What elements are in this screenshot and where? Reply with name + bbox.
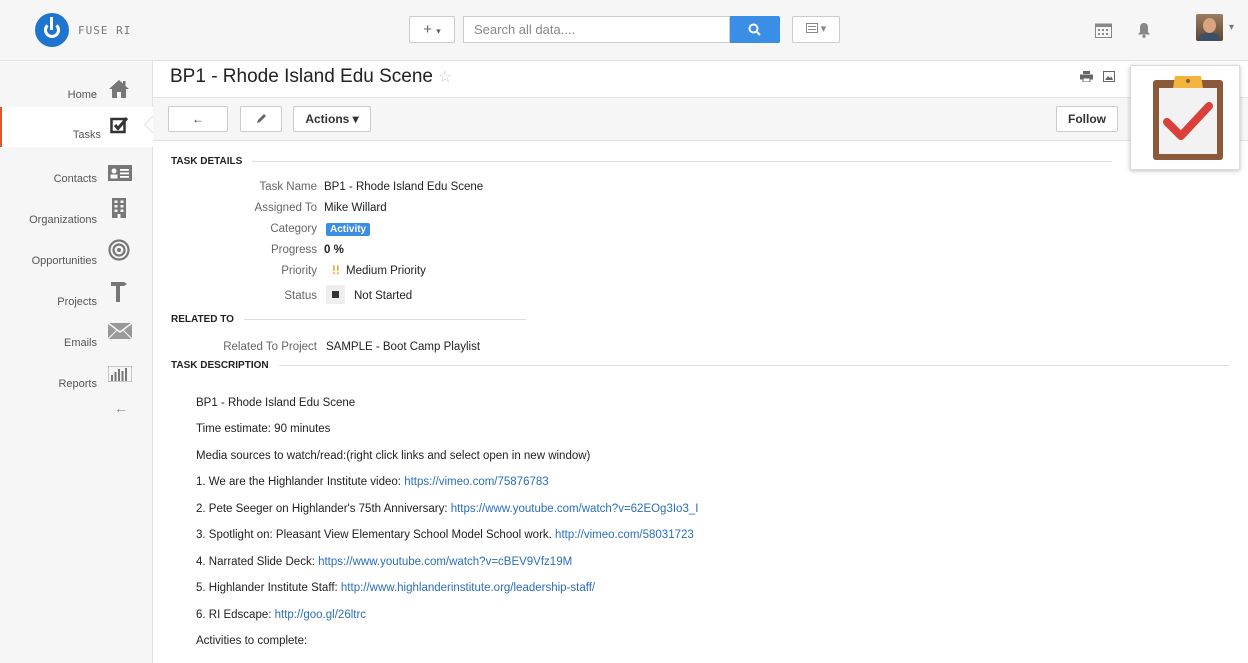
avatar[interactable] xyxy=(1196,14,1223,41)
chevron-down-icon[interactable]: ▾ xyxy=(1229,22,1234,33)
field-label: Assigned To xyxy=(254,202,317,214)
related-project-link[interactable]: SAMPLE - Boot Camp Playlist xyxy=(326,341,480,353)
page-title-text: BP1 - Rhode Island Edu Scene xyxy=(170,66,434,87)
back-button[interactable]: ← xyxy=(168,106,228,132)
sidebar-item-projects[interactable]: Projects xyxy=(0,280,152,320)
description-line: BP1 - Rhode Island Edu Scene xyxy=(196,397,356,409)
media-link[interactable]: https://vimeo.com/75876783 xyxy=(404,476,548,488)
home-icon xyxy=(109,80,129,98)
envelope-icon xyxy=(108,323,132,339)
field-value: Not Started xyxy=(354,290,413,302)
description-line: 3. Spotlight on: Pleasant View Elementar… xyxy=(196,529,694,541)
bar-chart-icon xyxy=(108,366,132,382)
pencil-icon xyxy=(256,114,266,123)
divider xyxy=(252,161,1113,162)
sidebar-item-label: Home xyxy=(67,89,97,101)
action-toolbar: ← Actions ▾ Follow xyxy=(153,97,1248,141)
sidebar-item-label: Organizations xyxy=(29,214,97,226)
power-logo-icon xyxy=(35,13,69,47)
calendar-icon[interactable] xyxy=(1095,22,1112,38)
hammer-icon xyxy=(111,282,127,302)
media-link[interactable]: https://www.youtube.com/watch?v=62EOg3Io… xyxy=(451,503,699,515)
checkbox-icon xyxy=(110,117,129,134)
field-value: Medium Priority xyxy=(346,265,426,277)
follow-button[interactable]: Follow xyxy=(1056,106,1118,132)
edit-button[interactable] xyxy=(240,106,282,132)
sidebar-item-label: Emails xyxy=(63,337,97,349)
building-icon xyxy=(112,198,126,218)
sidebar-item-tasks[interactable]: Tasks xyxy=(0,107,154,147)
sidebar-item-reports[interactable]: Reports xyxy=(0,362,152,402)
field-value: 0 % xyxy=(324,244,344,256)
sidebar-item-opportunities[interactable]: Opportunities xyxy=(0,239,152,279)
field-label: Status xyxy=(284,290,317,302)
section-header-task-details: TASK DETAILS xyxy=(171,156,1113,167)
sidebar-item-emails[interactable]: Emails xyxy=(0,321,152,361)
search-icon xyxy=(748,23,761,36)
sidebar-item-organizations[interactable]: Organizations xyxy=(0,198,152,238)
chevron-down-icon: ▾ xyxy=(436,26,441,36)
status-badge: Activity xyxy=(326,223,371,236)
top-bar: FUSE RI + ▾ ▾ ▾ xyxy=(0,0,1248,61)
actions-dropdown[interactable]: Actions ▾ xyxy=(293,106,371,132)
sidebar-item-label: Contacts xyxy=(53,173,97,185)
field-value: Mike Willard xyxy=(324,202,387,214)
print-icon[interactable] xyxy=(1080,71,1093,82)
chevron-down-icon: ▾ xyxy=(820,23,827,35)
field-label: Related To Project xyxy=(223,341,317,353)
page-title: BP1 - Rhode Island Edu Scene ☆ xyxy=(170,66,452,88)
status-icon xyxy=(326,285,345,304)
description-line: 2. Pete Seeger on Highlander's 75th Anni… xyxy=(196,503,699,515)
bell-icon[interactable] xyxy=(1137,22,1151,38)
section-title: TASK DESCRIPTION xyxy=(171,360,269,371)
field-label: Priority xyxy=(281,265,317,277)
collapse-sidebar-icon[interactable]: ← xyxy=(114,400,128,416)
target-icon xyxy=(108,239,130,261)
plus-icon: + xyxy=(423,21,433,38)
view-menu-button[interactable]: ▾ xyxy=(792,16,840,43)
description-line: 5. Highlander Institute Staff: http://ww… xyxy=(196,582,596,594)
task-type-icon-popup xyxy=(1130,65,1240,170)
media-link[interactable]: https://www.youtube.com/watch?v=cBEV9Vfz… xyxy=(318,556,572,568)
sidebar-item-contacts[interactable]: Contacts xyxy=(0,157,152,197)
section-title: TASK DETAILS xyxy=(171,156,243,167)
description-line: Activities to complete: xyxy=(196,635,308,647)
media-link[interactable]: http://goo.gl/26ltrc xyxy=(275,609,366,621)
sidebar-item-label: Tasks xyxy=(72,129,101,141)
list-view-icon xyxy=(805,23,818,33)
field-label: Progress xyxy=(270,244,317,256)
search-button[interactable] xyxy=(730,16,780,43)
section-title: RELATED TO xyxy=(171,314,234,325)
description-line: Media sources to watch/read:(right click… xyxy=(196,450,591,462)
field-label: Category xyxy=(270,223,317,235)
description-line: 4. Narrated Slide Deck: https://www.yout… xyxy=(196,556,573,568)
sidebar-item-label: Opportunities xyxy=(31,255,97,267)
brand-logo[interactable]: FUSE RI xyxy=(35,13,131,47)
sidebar-item-label: Reports xyxy=(58,378,97,390)
priority-icon: !! xyxy=(332,265,340,277)
brand-name: FUSE RI xyxy=(78,23,132,37)
description-line: 6. RI Edscape: http://goo.gl/26ltrc xyxy=(196,609,367,621)
section-header-task-description: TASK DESCRIPTION xyxy=(171,360,1229,371)
field-value: BP1 - Rhode Island Edu Scene xyxy=(324,181,484,193)
divider xyxy=(243,319,526,320)
section-header-related-to: RELATED TO xyxy=(171,314,526,325)
description-line: Time estimate: 90 minutes xyxy=(196,423,331,435)
field-label: Task Name xyxy=(259,181,317,193)
sidebar: Home Tasks Contacts Organizations Opport… xyxy=(0,61,154,663)
clipboard-check-icon xyxy=(1153,76,1223,160)
media-link[interactable]: http://vimeo.com/58031723 xyxy=(555,529,694,541)
star-icon[interactable]: ☆ xyxy=(438,69,452,86)
media-link[interactable]: http://www.highlanderinstitute.org/leade… xyxy=(341,582,595,594)
image-icon[interactable] xyxy=(1103,71,1115,82)
search-input[interactable] xyxy=(463,16,730,43)
sidebar-item-label: Projects xyxy=(57,296,97,308)
category-badge: Activity xyxy=(326,223,371,236)
back-arrow-icon: ← xyxy=(192,112,204,126)
divider xyxy=(278,365,1229,366)
quick-add-button[interactable]: + ▾ xyxy=(409,16,455,43)
contact-card-icon xyxy=(108,165,132,181)
description-line: 1. We are the Highlander Institute video… xyxy=(196,476,549,488)
